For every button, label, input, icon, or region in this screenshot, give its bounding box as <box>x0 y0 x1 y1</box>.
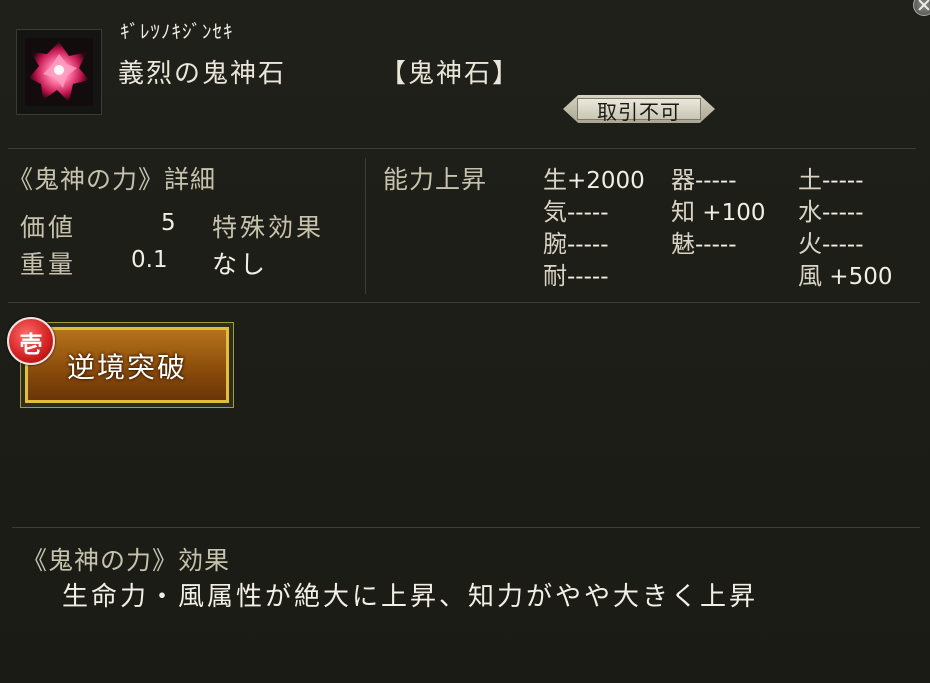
stat-strength: 腕----- <box>543 230 609 258</box>
weight-label: 重量 <box>20 250 77 279</box>
ability-stats: 生+2000 器----- 土----- 気----- 知 +100 水----… <box>543 160 923 290</box>
divider <box>12 527 920 528</box>
ability-title: 能力上昇 <box>383 165 488 194</box>
stat-endurance: 耐----- <box>543 262 609 290</box>
stat-life: 生+2000 <box>543 166 645 194</box>
item-icon-frame <box>16 29 102 115</box>
stat-spirit: 気----- <box>543 198 609 226</box>
special-effect-label: 特殊効果 <box>212 213 325 242</box>
trade-status-badge: 取引不可 <box>563 95 715 124</box>
value-label: 価値 <box>20 213 77 242</box>
effect-title: 《鬼神の力》効果 <box>22 546 231 575</box>
divider <box>8 148 916 149</box>
rank-badge: 壱 <box>7 317 55 365</box>
item-furigana: ｷﾞﾚﾂﾉｷｼﾞﾝｾｷ <box>120 21 234 43</box>
pink-crystal-gem-icon <box>25 38 93 106</box>
effect-description: 生命力・風属性が絶大に上昇、知力がやや大きく上昇 <box>62 582 759 612</box>
item-detail-panel: ｷﾞﾚﾂﾉｷｼﾞﾝｾｷ 義烈の鬼神石 【鬼神石】 取引不可 《鬼神の力》詳細 価… <box>0 0 930 683</box>
divider <box>365 158 366 294</box>
stat-earth: 土----- <box>798 166 864 194</box>
value-number: 5 <box>161 210 176 236</box>
item-name: 義烈の鬼神石 <box>118 59 287 89</box>
stat-dexterity: 器----- <box>671 166 737 194</box>
rank-label: 壱 <box>19 331 43 358</box>
close-icon[interactable] <box>913 0 930 16</box>
weight-number: 0.1 <box>131 247 168 273</box>
stat-water: 水----- <box>798 198 864 226</box>
stat-charm: 魅----- <box>671 230 737 258</box>
trade-status-label: 取引不可 <box>597 100 681 124</box>
stat-wind: 風 +500 <box>798 262 893 290</box>
stat-fire: 火----- <box>798 230 864 258</box>
stat-intellect: 知 +100 <box>671 198 766 226</box>
details-title: 《鬼神の力》詳細 <box>8 165 217 194</box>
special-effect-value: なし <box>212 250 269 279</box>
divider <box>8 302 920 303</box>
item-category: 【鬼神石】 <box>380 59 521 89</box>
